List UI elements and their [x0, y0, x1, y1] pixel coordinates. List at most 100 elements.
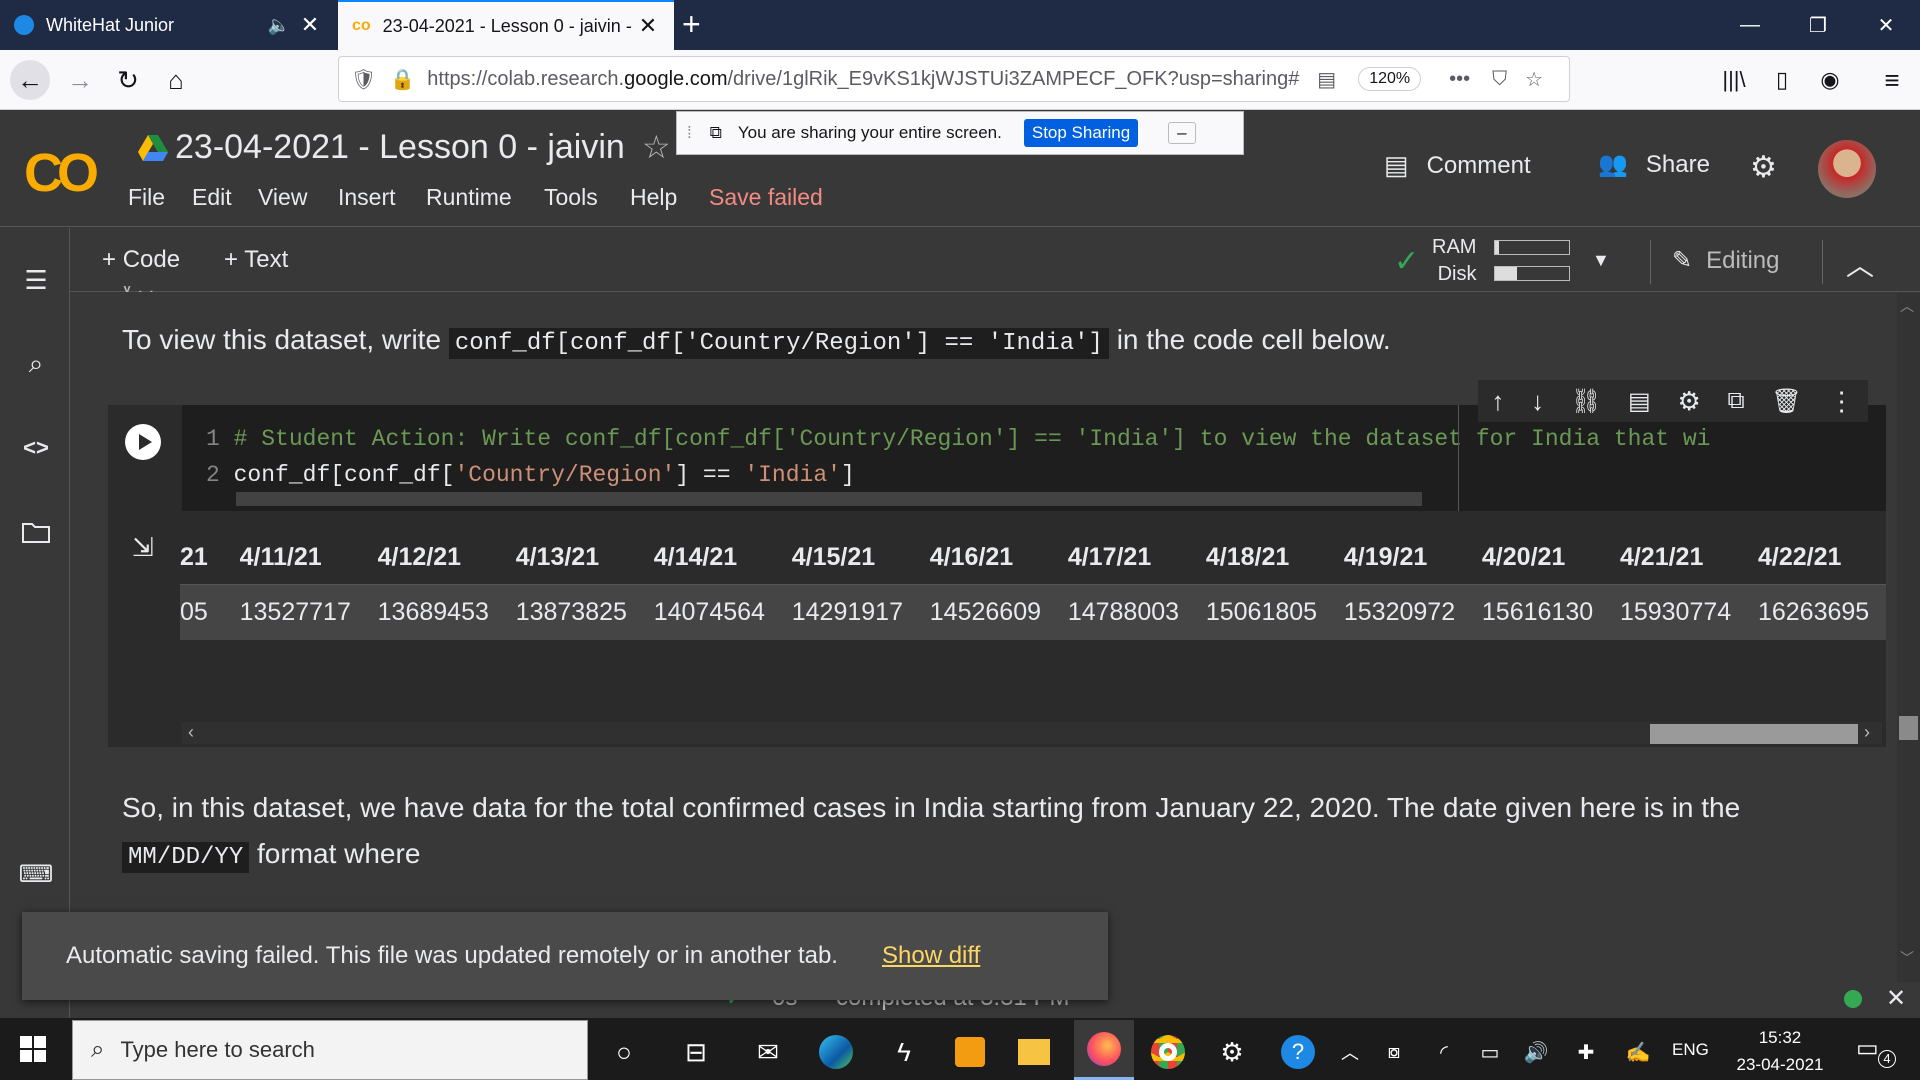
resource-monitor[interactable]: RAM Disk: [1432, 234, 1476, 288]
code-snippets-icon[interactable]: <>: [18, 430, 54, 466]
cortana-icon[interactable]: ○: [600, 1028, 648, 1076]
home-icon[interactable]: ⌂: [156, 60, 196, 100]
add-text-button[interactable]: + Text: [224, 246, 288, 274]
sidebar-icon[interactable]: ▯: [1762, 60, 1802, 100]
more-actions-icon[interactable]: •••: [1449, 68, 1470, 91]
table-of-contents-icon[interactable]: ☰: [18, 262, 54, 298]
menu-icon[interactable]: ≡: [1872, 60, 1912, 100]
forward-icon[interactable]: →: [60, 60, 100, 100]
firefox-icon[interactable]: [1074, 1020, 1134, 1080]
stop-sharing-button[interactable]: Stop Sharing: [1023, 119, 1139, 147]
search-icon[interactable]: ⌕: [18, 346, 54, 382]
comment-cell-icon[interactable]: ▤: [1628, 387, 1651, 416]
media-player-icon[interactable]: [946, 1028, 994, 1076]
collapse-header-icon[interactable]: ︿: [1846, 244, 1874, 284]
app-lightning-icon[interactable]: ϟ: [880, 1028, 928, 1076]
editing-button[interactable]: ✎ Editing: [1672, 246, 1780, 275]
url-text[interactable]: https://colab.research.google.com/drive/…: [427, 68, 1307, 91]
chrome-icon[interactable]: [1144, 1028, 1192, 1076]
drag-handle-icon[interactable]: ⁞: [687, 123, 692, 143]
command-palette-icon[interactable]: ⌨: [18, 856, 54, 892]
scroll-left-icon[interactable]: ‹: [188, 722, 194, 743]
tab-whitehat[interactable]: WhiteHat Junior 🔈 ✕: [0, 0, 336, 50]
close-tab-icon[interactable]: ✕: [298, 12, 322, 38]
avatar[interactable]: [1818, 140, 1876, 198]
close-window-icon[interactable]: ✕: [1852, 0, 1920, 50]
close-tab-icon[interactable]: ✕: [636, 13, 660, 39]
bookmark-star-icon[interactable]: ☆: [1525, 67, 1543, 92]
delete-icon[interactable]: 🗑: [1771, 387, 1801, 416]
code-line-2[interactable]: 2 conf_df[conf_df['Country/Region'] == '…: [206, 462, 855, 488]
output-hscroll-thumb[interactable]: [1650, 724, 1858, 744]
show-diff-link[interactable]: Show diff: [882, 942, 980, 970]
move-down-icon[interactable]: ↓: [1531, 386, 1544, 417]
scroll-right-icon[interactable]: ›: [1864, 722, 1870, 743]
page-vscroll[interactable]: [1897, 293, 1920, 1018]
output-actions-icon[interactable]: ⇲: [132, 532, 154, 563]
menu-file[interactable]: File: [128, 184, 165, 211]
tray-notify-icon[interactable]: ✚: [1562, 1028, 1610, 1076]
wifi-icon[interactable]: ◜: [1420, 1028, 1468, 1076]
menu-tools[interactable]: Tools: [544, 184, 598, 211]
scroll-down-icon[interactable]: ﹀: [1900, 948, 1914, 968]
resource-dropdown-icon[interactable]: ▼: [1592, 250, 1610, 271]
output-hscroll[interactable]: [182, 722, 1882, 744]
taskbar-search[interactable]: ⌕ Type here to search: [72, 1020, 588, 1080]
link-icon[interactable]: ⛓: [1571, 387, 1601, 416]
tab-colab[interactable]: co 23-04-2021 - Lesson 0 - jaivin - ✕: [338, 0, 674, 50]
restore-icon[interactable]: ❐: [1784, 0, 1852, 50]
minimize-icon[interactable]: —: [1716, 0, 1784, 50]
star-icon[interactable]: ☆: [642, 128, 671, 166]
library-icon[interactable]: |||\: [1714, 60, 1754, 100]
save-status[interactable]: Save failed: [709, 184, 823, 211]
menu-edit[interactable]: Edit: [192, 184, 232, 211]
tray-app-icon[interactable]: ⧇: [1370, 1028, 1418, 1076]
pocket-icon[interactable]: ⛉: [1492, 68, 1507, 91]
more-options-icon[interactable]: ⋮: [1829, 386, 1855, 417]
battery-icon[interactable]: ▭: [1466, 1028, 1514, 1076]
mail-icon[interactable]: ✉: [744, 1028, 792, 1076]
taskbar-clock[interactable]: 15:32 23-04-2021: [1720, 1024, 1840, 1078]
task-view-icon[interactable]: ⊟: [672, 1028, 720, 1076]
zoom-level[interactable]: 120%: [1358, 67, 1422, 91]
account-icon[interactable]: ◉: [1810, 60, 1850, 100]
settings-icon[interactable]: ⚙: [1208, 1028, 1256, 1076]
notebook-title[interactable]: 23-04-2021 - Lesson 0 - jaivin: [175, 128, 625, 167]
new-tab-icon[interactable]: +: [682, 6, 701, 43]
menu-view[interactable]: View: [258, 184, 307, 211]
mirror-cell-icon[interactable]: ⧉: [1728, 387, 1745, 415]
pen-icon[interactable]: ✍: [1614, 1028, 1662, 1076]
language-indicator[interactable]: ENG: [1672, 1040, 1709, 1060]
minimize-banner-icon[interactable]: –: [1168, 122, 1196, 144]
file-explorer-icon[interactable]: [1010, 1028, 1058, 1076]
code-line-1[interactable]: 1 # Student Action: Write conf_df[conf_d…: [206, 426, 1710, 452]
cell-settings-icon[interactable]: ⚙: [1677, 386, 1700, 417]
share-button[interactable]: 👥 Share: [1598, 150, 1710, 179]
shield-icon[interactable]: 🛡: [351, 67, 376, 92]
move-up-icon[interactable]: ↑: [1491, 386, 1504, 417]
scroll-up-icon[interactable]: ︿: [1900, 296, 1914, 316]
windows-start-icon[interactable]: [20, 1036, 46, 1062]
comment-button[interactable]: ▤ Comment: [1384, 150, 1531, 181]
show-hidden-icons-icon[interactable]: ︿: [1326, 1028, 1374, 1076]
back-icon[interactable]: ←: [10, 60, 50, 100]
edge-icon[interactable]: [812, 1028, 860, 1076]
add-code-button[interactable]: + Code: [102, 246, 180, 274]
close-status-icon[interactable]: ✕: [1886, 984, 1906, 1013]
reader-view-icon[interactable]: ▤: [1317, 67, 1336, 92]
settings-gear-icon[interactable]: ⚙: [1750, 150, 1777, 185]
url-bar[interactable]: 🛡 🔒 https://colab.research.google.com/dr…: [338, 56, 1570, 102]
reload-icon[interactable]: ↻: [108, 60, 148, 100]
run-cell-button[interactable]: [125, 424, 161, 460]
lock-icon[interactable]: 🔒: [390, 67, 415, 92]
colab-logo[interactable]: CO: [24, 142, 99, 204]
menu-help[interactable]: Help: [630, 184, 677, 211]
page-vscroll-thumb[interactable]: [1899, 716, 1918, 740]
menu-insert[interactable]: Insert: [338, 184, 396, 211]
files-folder-icon[interactable]: [18, 514, 54, 550]
code-hscroll[interactable]: [236, 492, 1422, 506]
speaker-icon[interactable]: 🔈: [268, 15, 290, 36]
action-center-icon[interactable]: ▭ 4: [1856, 1034, 1896, 1068]
help-icon[interactable]: ?: [1274, 1028, 1322, 1076]
volume-icon[interactable]: 🔊: [1512, 1028, 1560, 1076]
